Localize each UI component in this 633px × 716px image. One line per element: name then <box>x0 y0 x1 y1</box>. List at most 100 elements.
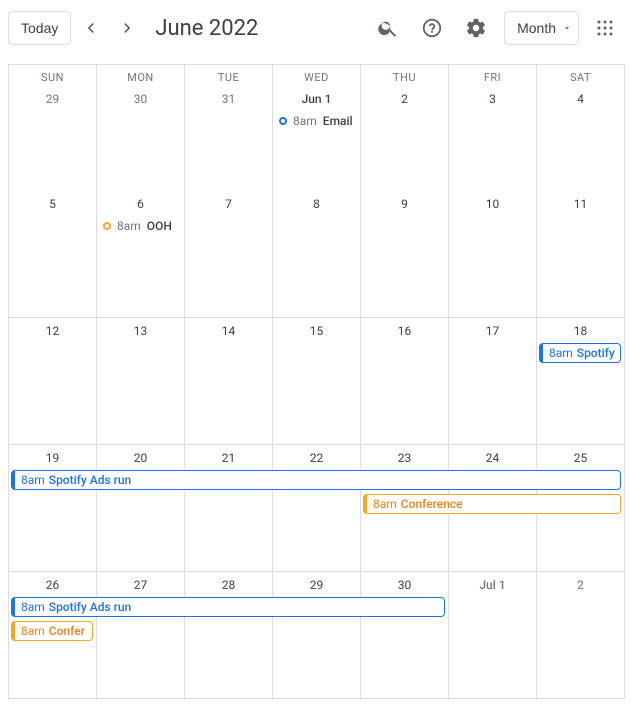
day-cell[interactable]: 4 <box>537 86 625 191</box>
event-dot[interactable]: 8am Email <box>273 112 360 130</box>
day-cell[interactable]: 13 <box>97 318 185 445</box>
help-icon <box>421 17 443 39</box>
view-selector[interactable]: Month <box>504 11 579 45</box>
event-bar[interactable]: 8amConference <box>363 494 621 514</box>
apps-grid-icon <box>596 19 614 37</box>
day-cell[interactable]: 278amEmai <box>97 572 185 699</box>
event-time: 8am <box>117 219 141 233</box>
day-cell[interactable]: 12 <box>9 318 97 445</box>
day-cell[interactable]: 19 <box>9 445 97 572</box>
day-cell[interactable]: 20 <box>97 445 185 572</box>
event-bar[interactable]: 8amSpotify Ads run <box>11 470 621 490</box>
day-number: 3 <box>449 88 536 112</box>
day-cell[interactable]: 18 <box>537 318 625 445</box>
search-button[interactable] <box>368 8 408 48</box>
day-cell[interactable]: 7 <box>185 191 273 318</box>
day-number: Jul 1 <box>449 574 536 598</box>
event-time: 8am <box>373 497 397 511</box>
day-cell[interactable]: Jun 1 8am Email <box>273 86 361 191</box>
day-cell[interactable]: 30 <box>97 86 185 191</box>
chevron-left-icon <box>81 18 101 38</box>
day-cell[interactable]: 2 <box>537 572 625 699</box>
day-header: WED <box>273 65 361 86</box>
day-cell[interactable]: 3 <box>449 86 537 191</box>
day-cell[interactable]: 29 <box>9 86 97 191</box>
page-title: June 2022 <box>155 16 258 41</box>
calendar-header: Today June 2022 Month <box>0 0 633 56</box>
settings-button[interactable] <box>456 8 496 48</box>
day-number: 6 <box>97 193 184 217</box>
day-cell[interactable]: Jul 1 <box>449 572 537 699</box>
day-number: 10 <box>449 193 536 217</box>
day-number: 20 <box>97 447 184 471</box>
next-button[interactable] <box>111 12 143 44</box>
day-number: 19 <box>9 447 96 471</box>
day-number: 8 <box>273 193 360 217</box>
caret-down-icon <box>562 23 572 33</box>
help-button[interactable] <box>412 8 452 48</box>
day-header: THU <box>361 65 449 86</box>
day-number: 23 <box>361 447 448 471</box>
day-cell[interactable]: 11 <box>537 191 625 318</box>
day-cell[interactable]: 22 <box>273 445 361 572</box>
event-bar[interactable]: 8amSpotify Ads run <box>11 597 445 617</box>
day-cell[interactable]: 17 <box>449 318 537 445</box>
day-number: 2 <box>361 88 448 112</box>
day-cell[interactable]: 14 <box>185 318 273 445</box>
day-number: 22 <box>273 447 360 471</box>
day-cell[interactable]: 31 <box>185 86 273 191</box>
day-cell[interactable]: 5 <box>9 191 97 318</box>
event-label: Spotify <box>577 346 615 360</box>
day-cell[interactable]: 15 <box>273 318 361 445</box>
today-button[interactable]: Today <box>8 11 71 45</box>
event-bar[interactable]: 8am Spotify <box>539 343 621 363</box>
day-cell[interactable]: 21 <box>185 445 273 572</box>
day-cell[interactable]: 2 <box>361 86 449 191</box>
day-number: 26 <box>9 574 96 598</box>
gear-icon <box>465 17 487 39</box>
event-dot[interactable]: 8am OOH <box>97 217 184 235</box>
day-number: Jun 1 <box>273 88 360 112</box>
day-number: 24 <box>449 447 536 471</box>
day-number: 5 <box>9 193 96 217</box>
day-number: 29 <box>273 574 360 598</box>
day-cell[interactable]: 30 <box>361 572 449 699</box>
day-cell[interactable]: 10 <box>449 191 537 318</box>
event-time: 8am <box>21 624 45 638</box>
day-cell[interactable]: 9 <box>361 191 449 318</box>
event-label: Email <box>323 114 353 128</box>
day-number: 15 <box>273 320 360 344</box>
day-number: 18 <box>537 320 624 344</box>
day-cell[interactable]: 6 8am OOH <box>97 191 185 318</box>
day-number: 7 <box>185 193 272 217</box>
event-bar[interactable]: 8amConfer <box>11 621 93 641</box>
day-number: 11 <box>537 193 624 217</box>
day-cell[interactable]: 29 <box>273 572 361 699</box>
day-header: MON <box>97 65 185 86</box>
event-label: OOH <box>147 219 172 233</box>
day-number: 17 <box>449 320 536 344</box>
event-color-dot-icon <box>279 117 287 125</box>
day-header: SAT <box>537 65 625 86</box>
day-number: 12 <box>9 320 96 344</box>
day-cell[interactable]: 16 <box>361 318 449 445</box>
prev-button[interactable] <box>75 12 107 44</box>
event-time: 8am <box>21 600 45 614</box>
day-number: 4 <box>537 88 624 112</box>
apps-button[interactable] <box>585 8 625 48</box>
event-color-dot-icon <box>103 222 111 230</box>
event-time: 8am <box>549 346 573 360</box>
event-label: Spotify Ads run <box>49 473 131 487</box>
event-time: 8am <box>293 114 317 128</box>
day-number: 27 <box>97 574 184 598</box>
day-number: 28 <box>185 574 272 598</box>
day-cell[interactable]: 28 <box>185 572 273 699</box>
day-number: 25 <box>537 447 624 471</box>
chevron-right-icon <box>117 18 137 38</box>
day-number: 16 <box>361 320 448 344</box>
day-number: 29 <box>9 88 96 112</box>
day-number: 2 <box>537 574 624 598</box>
day-header: TUE <box>185 65 273 86</box>
calendar-grid: SUNMONTUEWEDTHUFRISAT293031Jun 18amEmail… <box>8 64 625 699</box>
day-cell[interactable]: 8 <box>273 191 361 318</box>
